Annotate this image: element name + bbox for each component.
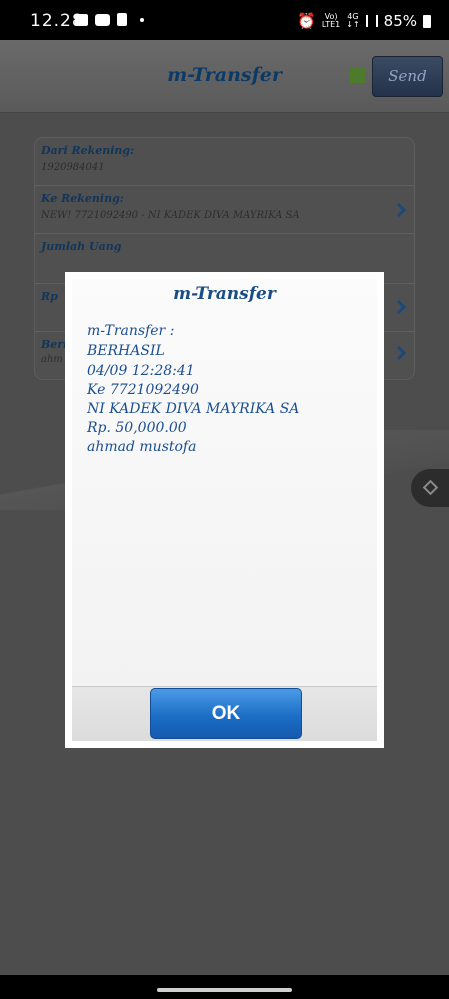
send-button[interactable]: Send: [372, 56, 443, 97]
volte-indicator: Vo) LTE1: [321, 12, 341, 29]
to-account-field[interactable]: Ke Rekening: NEW! 7721092490 - NI KADEK …: [35, 186, 414, 234]
alarm-icon: ⏰: [297, 12, 316, 30]
to-account-value: NEW! 7721092490 - NI KADEK DIVA MAYRIKA …: [41, 210, 300, 221]
from-account-field[interactable]: Dari Rekening: 1920984041: [35, 138, 414, 186]
from-account-label: Dari Rekening:: [41, 144, 135, 157]
currency-label: Rp: [41, 290, 58, 303]
notification-dot-icon: [140, 18, 144, 22]
note-value: ahm: [41, 354, 63, 365]
status-bar: 12.28 ⏰ Vo) LTE1 4G ↓↑ 85%: [0, 0, 449, 40]
navigation-bar: [0, 975, 449, 999]
from-account-value: 1920984041: [41, 162, 105, 173]
chevron-right-icon: [391, 299, 407, 315]
home-gesture-handle[interactable]: [157, 988, 292, 992]
battery-percent: 85%: [383, 12, 417, 30]
message-line: Ke 7721092490: [87, 382, 199, 398]
youtube-icon: [95, 14, 110, 26]
result-dialog: m-Transfer m-Transfer : BERHASIL 04/09 1…: [65, 272, 384, 748]
dialog-body: m-Transfer m-Transfer : BERHASIL 04/09 1…: [72, 279, 377, 741]
message-line: ahmad mustofa: [87, 439, 197, 455]
message-line: NI KADEK DIVA MAYRIKA SA: [87, 401, 300, 417]
status-indicators: ⏰ Vo) LTE1 4G ↓↑ 85%: [297, 12, 431, 30]
chevron-right-icon: [391, 202, 407, 218]
signal-icon: [365, 15, 378, 27]
battery-icon: [423, 14, 431, 28]
diamond-icon: [422, 479, 439, 496]
note-label: Beri: [41, 338, 68, 351]
status-indicator-icon: [350, 68, 365, 83]
to-account-label: Ke Rekening:: [41, 192, 124, 205]
network-type-indicator: 4G ↓↑: [346, 12, 360, 29]
shopping-bag-icon: [117, 13, 127, 26]
message-line: Rp. 50,000.00: [87, 420, 187, 436]
dialog-title: m-Transfer: [173, 284, 276, 304]
message-line: BERHASIL: [87, 343, 165, 359]
amount-label: Jumlah Uang: [41, 240, 122, 253]
chevron-right-icon: [391, 345, 407, 361]
ok-button[interactable]: OK: [150, 688, 302, 739]
message-line: m-Transfer :: [87, 323, 175, 339]
message-icon: [75, 14, 88, 26]
message-line: 04/09 12:28:41: [87, 363, 195, 379]
floating-side-handle[interactable]: [411, 469, 449, 507]
app-header: m-Transfer Send: [0, 40, 449, 113]
